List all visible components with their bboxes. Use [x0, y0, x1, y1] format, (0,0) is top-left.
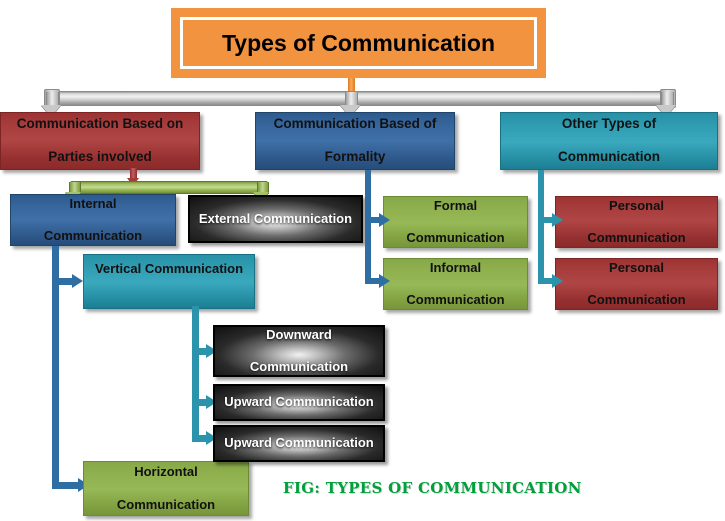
node-label-line1: Internal [69, 195, 117, 211]
node-label-line1: Personal [609, 197, 664, 213]
node-label-line1: Downward [266, 326, 332, 342]
node-personal-communication-1[interactable]: Personal Communication [555, 196, 718, 248]
node-informal-communication[interactable]: Informal Communication [383, 258, 528, 310]
arrow-to-personal-1-icon [552, 213, 563, 227]
node-label: Communication Based of Formality [262, 116, 448, 167]
node-label-line1: Communication Based on [16, 115, 184, 131]
node-label-line1: Other Types of [561, 115, 657, 131]
node-horizontal-communication[interactable]: Horizontal Communication [83, 461, 249, 516]
node-external-communication[interactable]: External Communication [188, 195, 363, 243]
connector-formality-trunk [365, 170, 371, 284]
node-downward-communication[interactable]: Downward Communication [213, 325, 385, 377]
node-label: Personal Communication [562, 198, 711, 247]
diagram-canvas: Types of Communication Communication Bas… [0, 0, 725, 521]
node-label-line2: Communication [587, 292, 686, 308]
figure-caption: FIG: TYPES OF COMMUNICATION [283, 479, 582, 497]
connector-internal-to-vertical [52, 278, 74, 285]
node-label: Informal Communication [390, 260, 521, 309]
node-label-line1: Informal [429, 259, 482, 275]
node-label: Upward Communication [224, 394, 374, 410]
node-label: Upward Communication [224, 435, 374, 451]
node-label-line2: Communication [116, 496, 216, 512]
node-other-types-of-communication[interactable]: Other Types of Communication [500, 112, 718, 170]
node-personal-communication-2[interactable]: Personal Communication [555, 258, 718, 310]
page-title: Types of Communication [221, 29, 496, 56]
arrow-to-formal-icon [379, 213, 390, 227]
node-label-line1: Communication Based of [273, 115, 437, 131]
node-label-line1: Formal [433, 197, 478, 213]
level1-distribution-bar [48, 91, 672, 106]
node-communication-based-of-formality[interactable]: Communication Based of Formality [255, 112, 455, 170]
arrow-to-vertical-icon [72, 274, 83, 288]
node-vertical-communication[interactable]: Vertical Communication [83, 254, 255, 309]
arrow-to-personal-2-icon [552, 274, 563, 288]
node-label-line2: Communication [406, 292, 505, 308]
node-formal-communication[interactable]: Formal Communication [383, 196, 528, 248]
connector-vertical-trunk [192, 306, 199, 441]
arrow-to-informal-icon [379, 274, 390, 288]
node-label-line2: Communication [587, 230, 686, 246]
node-upward-communication-2[interactable]: Upward Communication [213, 425, 385, 462]
node-label-line2: Communication [406, 230, 505, 246]
node-label-line2: Parties involved [48, 149, 152, 165]
diagram-title-box: Types of Communication [171, 8, 546, 78]
node-label: Internal Communication [17, 196, 169, 245]
node-label-line2: Communication [43, 228, 143, 244]
node-label: Downward Communication [221, 327, 377, 376]
node-label: Personal Communication [562, 260, 711, 309]
connector-other-trunk [538, 170, 544, 284]
node-label: Vertical Communication [94, 261, 244, 276]
node-label-line2: Formality [324, 149, 386, 165]
node-label-line2: Communication [557, 149, 660, 165]
node-label-line1: Personal [609, 259, 664, 275]
node-label: Communication Based on Parties involved [7, 116, 193, 167]
node-label: Horizontal Communication [90, 464, 242, 513]
node-label: Other Types of Communication [507, 116, 711, 167]
node-label-line1: Horizontal [134, 464, 198, 480]
node-communication-based-on-parties[interactable]: Communication Based on Parties involved [0, 112, 200, 170]
node-upward-communication-1[interactable]: Upward Communication [213, 384, 385, 421]
node-label: Formal Communication [390, 198, 521, 247]
node-label-line2: Communication [249, 359, 349, 375]
parties-split-bar [70, 181, 268, 194]
node-internal-communication[interactable]: Internal Communication [10, 194, 176, 246]
connector-internal-to-horizontal [52, 482, 80, 489]
node-label: External Communication [198, 210, 353, 226]
